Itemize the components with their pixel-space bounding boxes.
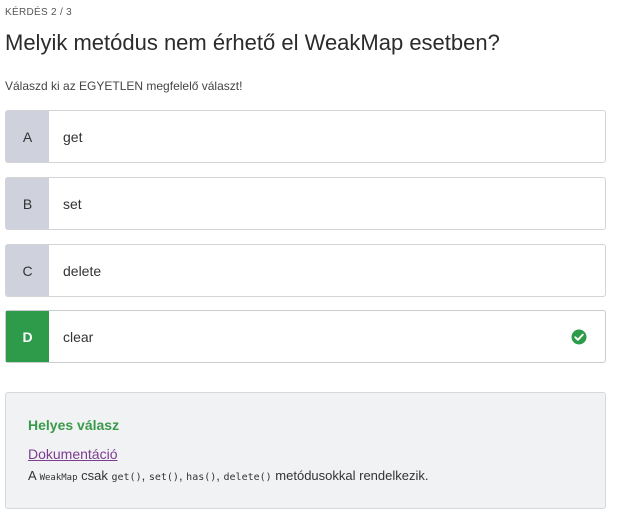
option-letter: A: [6, 111, 49, 162]
explanation-text: ,: [216, 468, 224, 483]
option-text: clear: [63, 328, 94, 345]
question-instruction: Válaszd ki az EGYETLEN megfelelő választ…: [5, 79, 243, 93]
option-d[interactable]: D clear: [5, 310, 606, 363]
check-circle-icon: [571, 329, 587, 345]
code-snippet: has(): [186, 472, 217, 483]
option-letter: C: [6, 245, 49, 296]
feedback-explanation: A WeakMap csak get(), set(), has(), dele…: [28, 468, 429, 483]
code-snippet: get(): [111, 472, 142, 483]
option-letter: B: [6, 178, 49, 229]
question-counter: KÉRDÉS 2 / 3: [5, 7, 72, 18]
documentation-link[interactable]: Dokumentáció: [28, 446, 118, 462]
feedback-panel: Helyes válasz Dokumentáció A WeakMap csa…: [5, 392, 606, 509]
explanation-text: metódusokkal rendelkezik.: [271, 468, 429, 483]
code-snippet: WeakMap: [39, 473, 78, 483]
explanation-text: A: [28, 468, 40, 483]
option-text: set: [63, 195, 82, 212]
feedback-title: Helyes válasz: [28, 417, 120, 433]
explanation-text: csak: [77, 468, 112, 483]
code-snippet: set(): [148, 472, 179, 483]
question-title: Melyik metódus nem érhető el WeakMap ese…: [5, 30, 500, 55]
option-c[interactable]: C delete: [5, 244, 606, 297]
option-text: get: [63, 128, 83, 145]
option-text: delete: [63, 262, 102, 279]
option-letter: D: [6, 311, 49, 362]
option-a[interactable]: A get: [5, 110, 606, 163]
explanation-text: ,: [141, 468, 149, 483]
code-snippet: delete(): [223, 472, 272, 483]
option-b[interactable]: B set: [5, 177, 606, 230]
